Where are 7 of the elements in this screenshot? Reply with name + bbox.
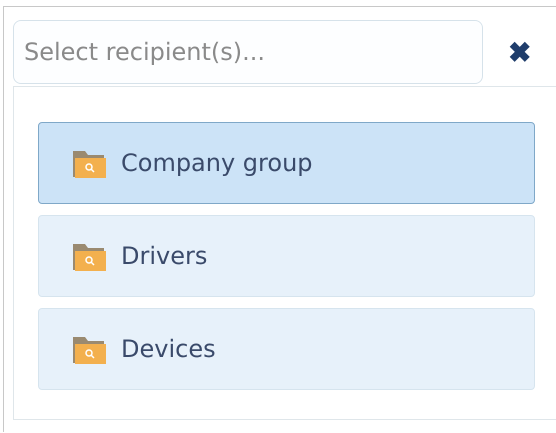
group-item[interactable]: Company group xyxy=(38,122,535,204)
group-item[interactable]: Devices xyxy=(38,308,535,390)
folder-icon xyxy=(72,148,106,178)
group-item[interactable]: Drivers xyxy=(38,215,535,297)
search-field[interactable]: Select recipient(s)... xyxy=(13,20,483,84)
folder-icon xyxy=(72,334,106,364)
folder-icon xyxy=(72,241,106,271)
